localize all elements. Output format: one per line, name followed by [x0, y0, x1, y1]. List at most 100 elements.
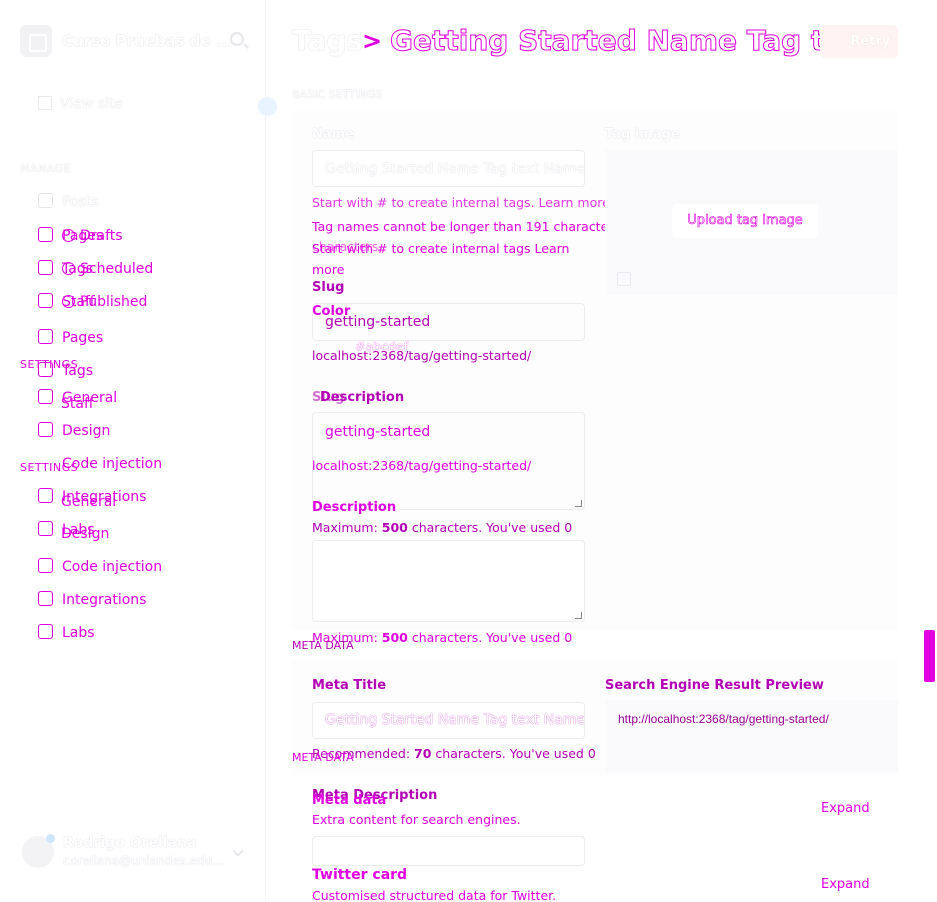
flask-icon	[38, 624, 53, 639]
sidebar-item-label: Posts	[62, 194, 99, 210]
flask-icon	[38, 521, 53, 536]
pages-icon	[38, 329, 53, 344]
close-icon: ✕	[835, 34, 851, 49]
meta-data-section-label: META DATA	[292, 639, 354, 652]
expand-meta-data-button[interactable]: Expand	[821, 801, 870, 816]
view-site-label: View site	[60, 96, 123, 112]
twitter-card-desc: Customised structured data for Twitter.	[312, 888, 557, 902]
slug-input[interactable]: getting-started	[312, 303, 585, 341]
page-title: Getting Started Name Tag text Name	[390, 24, 820, 57]
integrations-icon	[38, 488, 53, 503]
manage-section-label: MANAGE	[20, 162, 72, 175]
sidebar-item-design-2[interactable]: Design	[61, 526, 109, 542]
scrollbar[interactable]	[924, 630, 935, 682]
description-textarea[interactable]	[312, 540, 585, 622]
twitter-card-title: Twitter card	[312, 867, 408, 883]
posts-icon	[38, 193, 53, 208]
slug-url-preview: localhost:2368/tag/getting-started/	[312, 348, 532, 363]
sidebar-item-integrations[interactable]: Integrations	[38, 591, 146, 608]
drafts-icon	[62, 229, 75, 242]
site-title[interactable]: Curso Pruebas de ...	[62, 32, 233, 50]
description-label: Description	[312, 500, 397, 515]
meta-data-card-desc: Extra content for search engines.	[312, 812, 521, 827]
upload-tag-image-button[interactable]: Upload tag image	[672, 204, 818, 238]
retry-label: Retry	[850, 34, 891, 49]
user-status-dot	[46, 834, 55, 843]
name-label: Name	[312, 127, 355, 142]
gear-icon	[38, 389, 53, 404]
retry-button[interactable]: ✕ Retry	[820, 25, 898, 58]
sidebar-item-label: Integrations	[62, 592, 147, 608]
name-help-internal-2: Start with # to create internal tags Lea…	[312, 241, 570, 256]
sidebar-item-label: Pages	[62, 330, 104, 346]
view-site-link[interactable]: View site	[38, 96, 123, 112]
slug-input-2-value: getting-started	[325, 424, 431, 440]
basic-settings-label: BASIC SETTINGS	[292, 88, 383, 101]
name-help-internal: Start with # to create internal tags. Le…	[312, 195, 610, 210]
meta-title-input[interactable]: Getting Started Name Tag text Name	[312, 702, 585, 739]
image-icon	[617, 272, 631, 286]
sidebar-subitem-published[interactable]: Published	[62, 294, 147, 310]
pages-icon	[38, 227, 53, 242]
serp-preview-label: Search Engine Result Preview	[605, 678, 824, 693]
meta-title-counter: Recommended: 70 characters. You've used …	[312, 746, 596, 761]
sidebar-item-label: Code injection	[62, 456, 163, 472]
counter-max: 500	[381, 520, 408, 535]
description-label-ghost: Description	[320, 390, 405, 405]
sidebar-item-pages[interactable]: Pages	[38, 329, 103, 346]
code-icon	[38, 558, 53, 573]
sidebar-item-design[interactable]: Design	[38, 422, 110, 439]
home-icon	[38, 96, 52, 110]
notification-dot	[258, 97, 277, 116]
name-help-learn-more[interactable]: more	[312, 262, 344, 277]
sidebar-item-label: Scheduled	[80, 261, 154, 277]
site-icon[interactable]	[20, 25, 52, 57]
sidebar-item-tags[interactable]: Tags	[38, 362, 93, 379]
sidebar-item-label: Published	[80, 294, 148, 310]
description-counter: Maximum: 500 characters. You've used 0	[312, 520, 572, 535]
sidebar-item-label: General	[61, 494, 117, 510]
meta-title-label: Meta Title	[312, 678, 387, 693]
sidebar-subitem-drafts[interactable]: Drafts	[62, 228, 123, 244]
scheduled-icon	[62, 262, 75, 275]
published-icon	[62, 295, 75, 308]
resize-handle[interactable]	[575, 612, 582, 619]
search-icon[interactable]	[230, 32, 244, 46]
sidebar-item-label: Design	[61, 526, 110, 542]
staff-icon	[38, 293, 53, 308]
counter-prefix: Maximum:	[312, 520, 382, 535]
sidebar-item-staff[interactable]: Staff	[61, 396, 94, 412]
breadcrumb-tags[interactable]: Tags	[292, 24, 363, 57]
tag-icon	[38, 260, 53, 275]
chevron-down-icon[interactable]	[232, 845, 244, 857]
sidebar-item-general[interactable]: General	[61, 494, 116, 510]
sidebar-item-code-injection-ghost[interactable]: Code injection	[38, 455, 162, 472]
meta-data-section-label-2: META DATA	[292, 751, 354, 764]
counter-suffix: characters. You've used 0	[431, 746, 596, 761]
sidebar-item-label: Staff	[61, 396, 94, 412]
user-name[interactable]: Rodrigo Orellana	[63, 835, 196, 851]
sidebar-item-posts[interactable]: Posts	[38, 193, 99, 210]
tag-image-label: Tag image	[605, 127, 680, 142]
sidebar-item-label: Code injection	[62, 559, 163, 575]
sidebar-item-label: Tags	[62, 363, 93, 379]
serp-preview-box	[605, 700, 898, 772]
sidebar-subitem-scheduled[interactable]: Scheduled	[62, 261, 153, 277]
sidebar-item-label: Drafts	[80, 228, 123, 244]
resize-handle[interactable]	[575, 500, 582, 507]
code-icon	[38, 455, 53, 470]
name-error: Tag names cannot be longer than 191 char…	[312, 219, 624, 234]
chevron-right-icon: >	[362, 27, 383, 55]
sidebar-item-code-injection[interactable]: Code injection	[38, 558, 162, 575]
sidebar-item-label: Labs	[62, 625, 95, 641]
counter-max: 70	[414, 746, 432, 761]
counter-max: 500	[381, 630, 408, 645]
sidebar-item-labs[interactable]: Labs	[38, 624, 95, 641]
counter-suffix: characters. You've used 0	[407, 520, 573, 535]
expand-twitter-card-button[interactable]: Expand	[821, 877, 870, 892]
name-input[interactable]: Getting Started Name Tag text Name	[312, 150, 585, 187]
integrations-icon	[38, 591, 53, 606]
serp-preview-url: http://localhost:2368/tag/getting-starte…	[618, 712, 829, 726]
meta-description-textarea[interactable]	[312, 836, 585, 866]
slug-url-preview-2: localhost:2368/tag/getting-started/	[312, 458, 532, 473]
